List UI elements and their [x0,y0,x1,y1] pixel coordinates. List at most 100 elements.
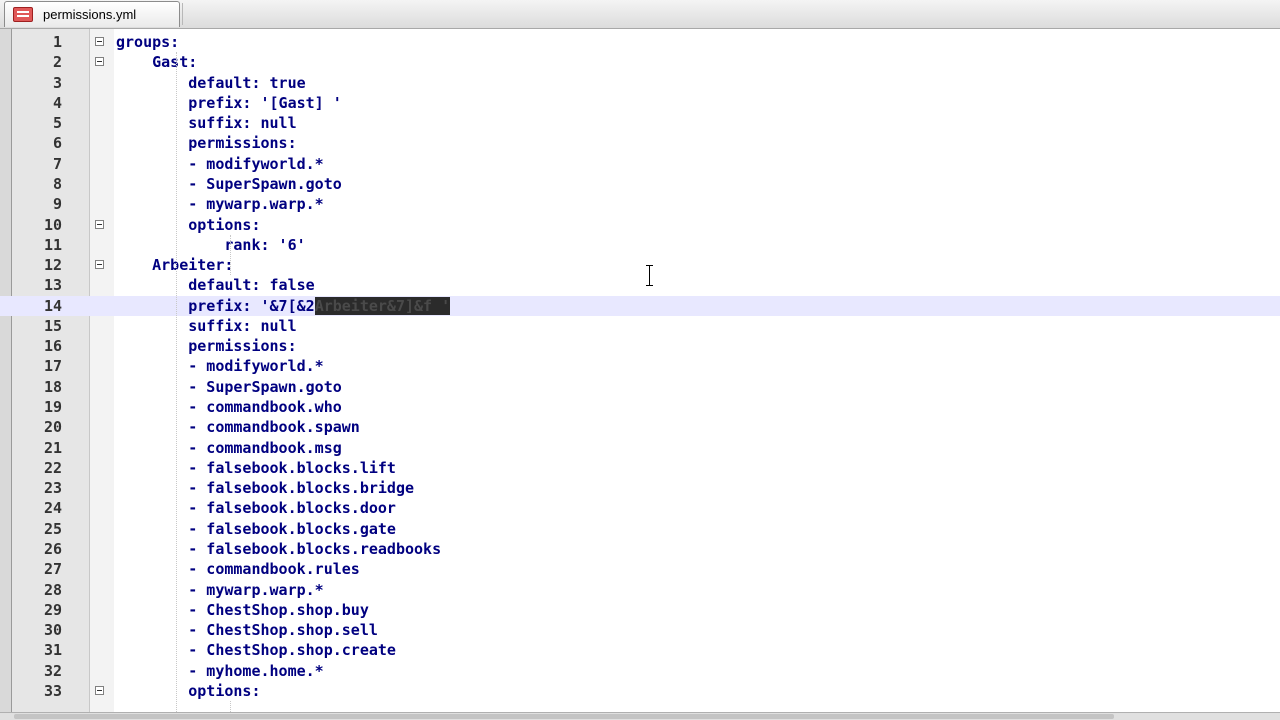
code-text[interactable]: - ChestShop.shop.sell [116,620,378,640]
code-line[interactable]: 7 - modifyworld.* [0,154,1280,174]
code-editor[interactable]: 1 groups: 2 Gast: 3 default: true 4 prefix: … [0,29,1280,712]
code-text[interactable]: default: false [116,275,315,295]
yml-file-icon [13,7,33,22]
line-number: 11 [43,235,62,254]
fold-toggle-icon[interactable] [95,685,104,695]
code-line[interactable]: 24 - falsebook.blocks.door [0,498,1280,518]
code-text-content: default: true [116,73,306,92]
code-text[interactable]: permissions: [116,336,296,356]
code-line[interactable]: 12 Arbeiter: [0,255,1280,275]
horizontal-scrollbar[interactable] [0,712,1280,720]
code-text[interactable]: rank: '6' [116,235,305,255]
code-line[interactable]: 10 options: [0,215,1280,235]
code-line[interactable]: 21 - commandbook.msg [0,438,1280,458]
code-line[interactable]: 22 - falsebook.blocks.lift [0,458,1280,478]
code-text[interactable]: Arbeiter: [116,255,233,275]
selected-text[interactable]: Arbeiter&7]&f ' [314,296,451,315]
code-line[interactable]: 23 - falsebook.blocks.bridge [0,478,1280,498]
code-line[interactable]: 8 - SuperSpawn.goto [0,174,1280,194]
line-number: 5 [52,114,62,133]
code-text-content: Gast: [116,53,198,72]
code-line[interactable]: 26 - falsebook.blocks.readbooks [0,539,1280,559]
code-text[interactable]: - SuperSpawn.goto [116,377,342,397]
code-text[interactable]: suffix: null [116,113,297,133]
code-line[interactable]: 13 default: false [0,275,1280,295]
code-text[interactable]: - myhome.home.* [116,661,323,681]
current-code-line[interactable]: 14 prefix: '&7[&2Arbeiter&7]&f ' [0,295,1280,316]
code-text-content: default: false [116,276,315,295]
code-text-content: options: [116,681,261,700]
code-line[interactable]: 9 - mywarp.warp.* [0,194,1280,214]
code-text[interactable]: prefix: '&7[&2Arbeiter&7]&f ' [116,296,451,316]
code-text-content: suffix: null [116,114,297,133]
code-text[interactable]: Gast: [116,52,197,72]
code-text-content: - ChestShop.shop.sell [116,621,378,640]
line-number: 18 [43,377,62,396]
line-number: 6 [52,134,62,153]
code-text-content: - ChestShop.shop.create [116,641,396,660]
code-text[interactable]: - commandbook.msg [116,438,342,458]
code-line[interactable]: 31 - ChestShop.shop.create [0,640,1280,660]
code-line[interactable]: 27 - commandbook.rules [0,559,1280,579]
code-text[interactable]: - SuperSpawn.goto [116,174,342,194]
line-number: 1 [52,33,62,51]
line-number: 4 [52,93,62,112]
code-text[interactable]: - falsebook.blocks.bridge [116,478,414,498]
fold-toggle-icon[interactable] [95,57,104,67]
code-text-content: - falsebook.blocks.lift [116,458,396,477]
code-line[interactable]: 33 options: [0,681,1280,701]
code-line[interactable]: 3 default: true [0,73,1280,93]
code-text[interactable]: - falsebook.blocks.lift [116,458,396,478]
file-tab[interactable]: permissions.yml [4,1,180,27]
code-text[interactable]: - falsebook.blocks.readbooks [116,539,441,559]
code-text-content: - commandbook.msg [116,438,342,457]
code-text[interactable]: options: [116,215,260,235]
code-text[interactable]: - commandbook.spawn [116,417,360,437]
code-line[interactable]: 6 permissions: [0,133,1280,153]
code-text-content: - SuperSpawn.goto [116,174,342,193]
code-line[interactable]: 5 suffix: null [0,113,1280,133]
code-text[interactable]: - falsebook.blocks.door [116,498,396,518]
line-number: 14 [43,296,62,315]
code-text-content: Arbeiter: [116,256,234,275]
code-line[interactable]: 32 - myhome.home.* [0,661,1280,681]
code-line[interactable]: 17 - modifyworld.* [0,356,1280,376]
line-number: 28 [43,580,62,599]
code-line[interactable]: 25 - falsebook.blocks.gate [0,519,1280,539]
code-text[interactable]: - falsebook.blocks.gate [116,519,396,539]
code-line[interactable]: 19 - commandbook.who [0,397,1280,417]
fold-toggle-icon[interactable] [95,219,104,229]
code-line[interactable]: 30 - ChestShop.shop.sell [0,620,1280,640]
code-line[interactable]: 2 Gast: [0,52,1280,72]
code-text[interactable]: - mywarp.warp.* [116,580,323,600]
fold-toggle-icon[interactable] [95,37,104,46]
code-text[interactable]: permissions: [116,133,296,153]
code-text[interactable]: default: true [116,73,306,93]
scrollbar-thumb[interactable] [14,714,1114,719]
code-line[interactable]: 4 prefix: '[Gast] ' [0,93,1280,113]
code-line[interactable]: 28 - mywarp.warp.* [0,580,1280,600]
code-text[interactable]: prefix: '[Gast] ' [116,93,342,113]
code-text[interactable]: suffix: null [116,316,296,336]
code-line[interactable]: 16 permissions: [0,336,1280,356]
code-line[interactable]: 1 groups: [0,32,1280,52]
line-number: 26 [43,540,62,558]
code-text[interactable]: - ChestShop.shop.create [116,640,396,660]
code-text[interactable]: - commandbook.rules [116,559,360,579]
code-text[interactable]: options: [116,681,261,701]
code-line[interactable]: 29 - ChestShop.shop.buy [0,600,1280,620]
code-text-content: - modifyworld.* [116,357,324,376]
code-text[interactable]: - modifyworld.* [116,356,324,376]
code-line[interactable]: 20 - commandbook.spawn [0,417,1280,437]
code-text[interactable]: groups: [116,32,179,52]
indent-guide [230,234,231,276]
line-number: 19 [43,398,62,417]
code-text[interactable]: - ChestShop.shop.buy [116,600,369,620]
code-line[interactable]: 11 rank: '6' [0,235,1280,255]
code-line[interactable]: 15 suffix: null [0,316,1280,336]
code-text[interactable]: - mywarp.warp.* [116,194,323,214]
fold-toggle-icon[interactable] [95,260,104,270]
code-text[interactable]: - commandbook.who [116,397,342,417]
code-line[interactable]: 18 - SuperSpawn.goto [0,377,1280,397]
code-text[interactable]: - modifyworld.* [116,154,323,174]
